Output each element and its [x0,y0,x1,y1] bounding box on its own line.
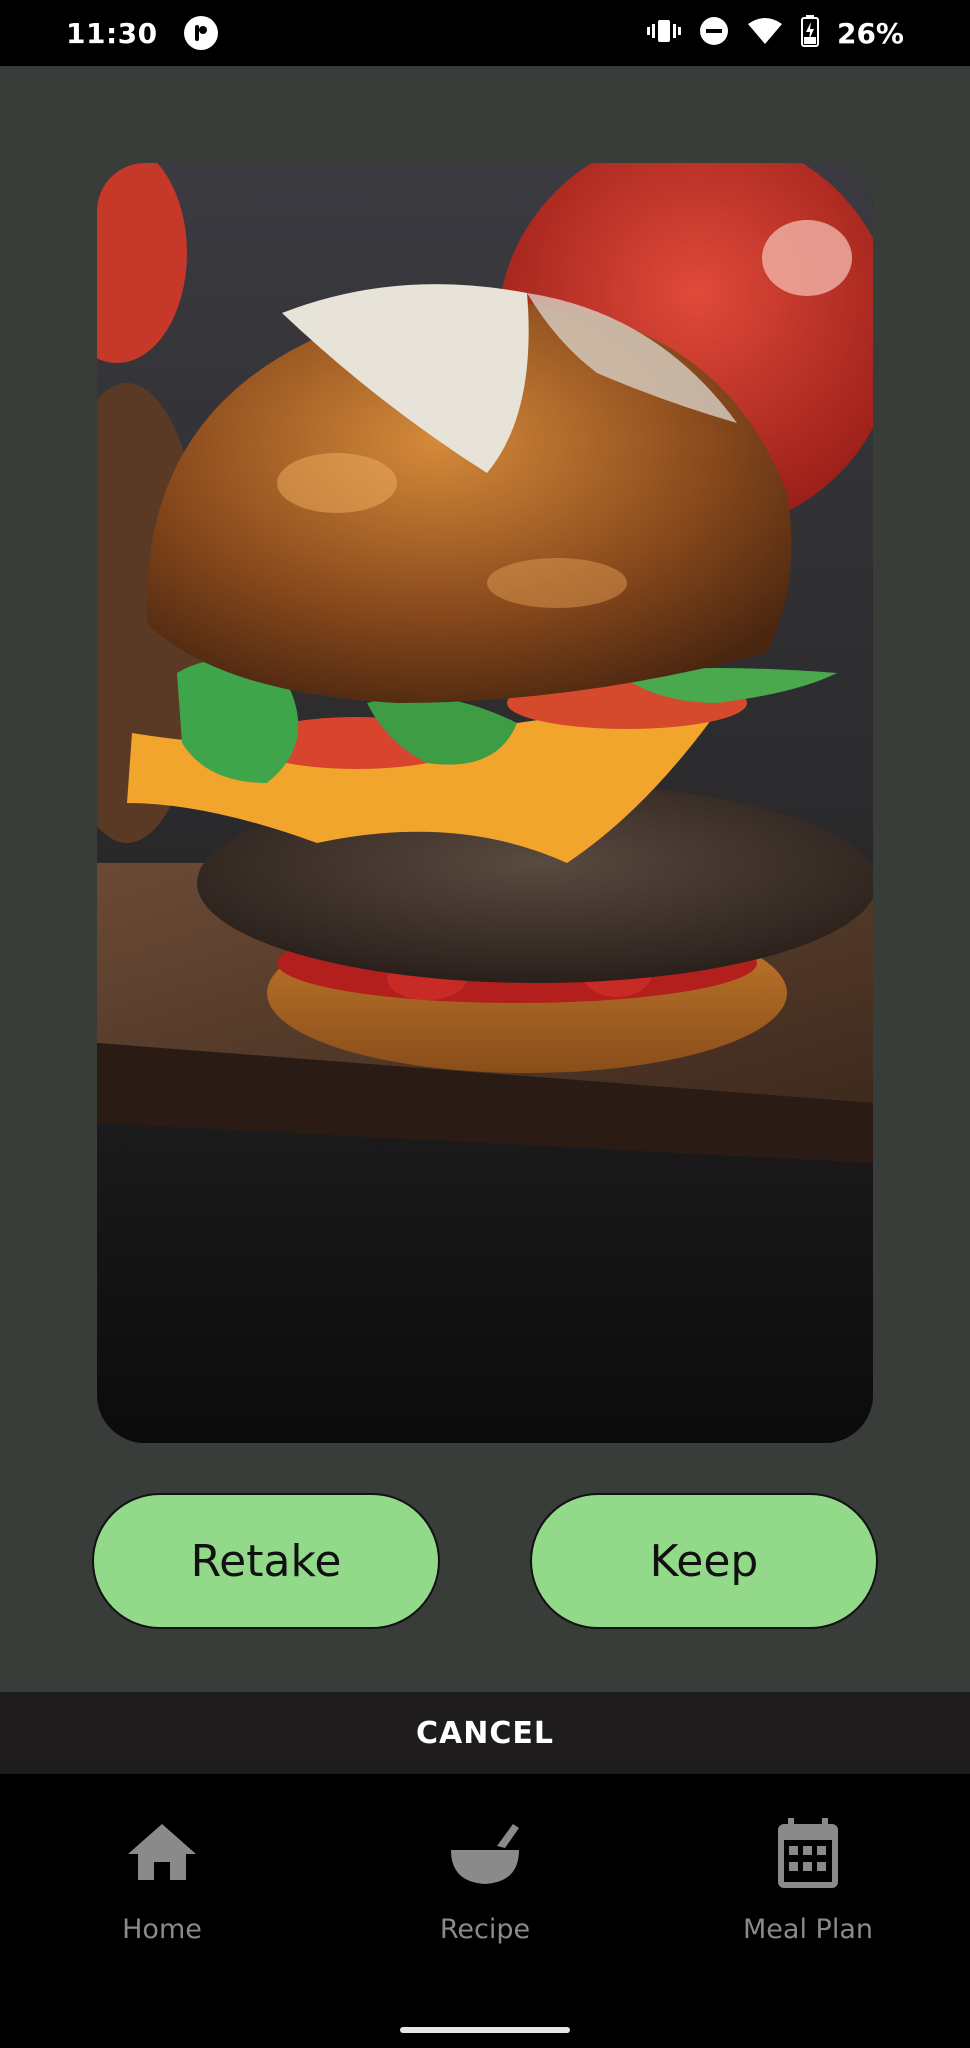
status-right: 26% [646,15,904,51]
nav-label-home: Home [122,1914,202,1945]
bottom-navigation: Home Recipe Meal Plan [0,1774,970,2048]
captured-photo [97,163,873,1443]
camera-preview-screen: Retake Keep [0,66,970,1692]
battery-charging-icon [800,15,819,51]
status-bar: 11:30 26% [0,0,970,66]
burger-photo [97,163,873,1443]
retake-button[interactable]: Retake [92,1493,440,1629]
nav-item-meal-plan[interactable]: Meal Plan [688,1804,928,1964]
nav-label-meal-plan: Meal Plan [743,1914,873,1945]
status-time: 11:30 [66,16,158,50]
status-left: 11:30 [66,16,218,50]
do-not-disturb-icon [699,16,729,50]
home-gesture-bar[interactable] [400,2027,570,2033]
calendar-icon [778,1818,838,1888]
wifi-icon [747,17,783,49]
home-icon [128,1824,196,1880]
battery-percentage: 26% [836,16,904,50]
nav-item-recipe[interactable]: Recipe [365,1804,605,1964]
nav-item-home[interactable]: Home [42,1804,282,1964]
keep-button[interactable]: Keep [530,1493,878,1629]
cancel-button[interactable]: CANCEL [0,1692,970,1774]
vibrate-icon [646,17,681,49]
mortar-pestle-icon [451,1824,519,1884]
nav-label-recipe: Recipe [439,1914,531,1945]
app-notification-icon [183,16,218,50]
